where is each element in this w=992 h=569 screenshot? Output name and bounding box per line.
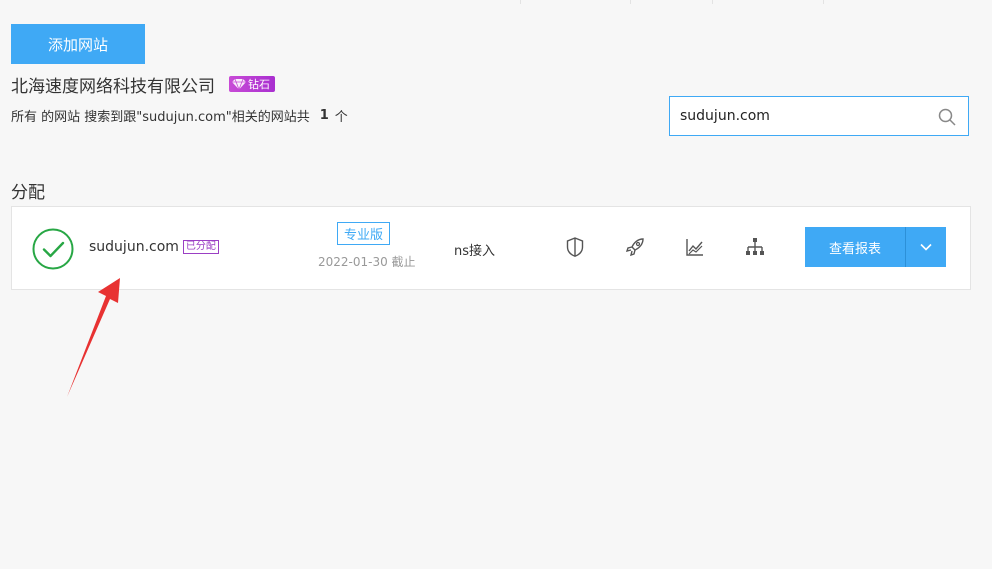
site-row: sudujun.com 已分配 专业版 2022-01-30 截止 ns接入 查… [11,206,971,290]
view-report-button[interactable]: 查看报表 [805,227,905,267]
search-summary-text: 所有 的网站 搜索到跟"sudujun.com"相关的网站共 [11,110,310,125]
chart-icon[interactable] [684,236,706,258]
chevron-down-icon [920,243,932,251]
search-icon[interactable] [938,108,956,126]
result-unit: 个 [334,110,348,125]
check-circle-icon [32,228,74,270]
level-badge-label: 钻石 [248,78,270,91]
shield-icon[interactable] [564,236,586,258]
assigned-tag: 已分配 [182,240,219,254]
search-summary: 所有 的网站 搜索到跟"sudujun.com"相关的网站共 1 个 [11,106,348,125]
search-box [669,96,969,136]
access-type: ns接入 [454,244,496,259]
expire-date: 2022-01-30 截止 [318,255,416,269]
search-input[interactable] [670,107,932,125]
company-name: 北海速度网络科技有限公司 [11,76,215,97]
account-header: 北海速度网络科技有限公司 钻石 [11,72,275,97]
sitemap-icon[interactable] [744,236,766,258]
level-badge: 钻石 [229,76,275,92]
diamond-icon [232,78,246,90]
section-title: 分配 [11,183,45,203]
site-domain-group: sudujun.com 已分配 [89,239,219,255]
rocket-icon[interactable] [624,236,646,258]
add-site-button[interactable]: 添加网站 [11,24,145,64]
top-dividers [0,0,992,4]
site-domain[interactable]: sudujun.com [89,239,179,255]
result-count: 1 [319,108,329,123]
report-dropdown-button[interactable] [906,227,946,267]
plan-badge: 专业版 [337,222,391,245]
